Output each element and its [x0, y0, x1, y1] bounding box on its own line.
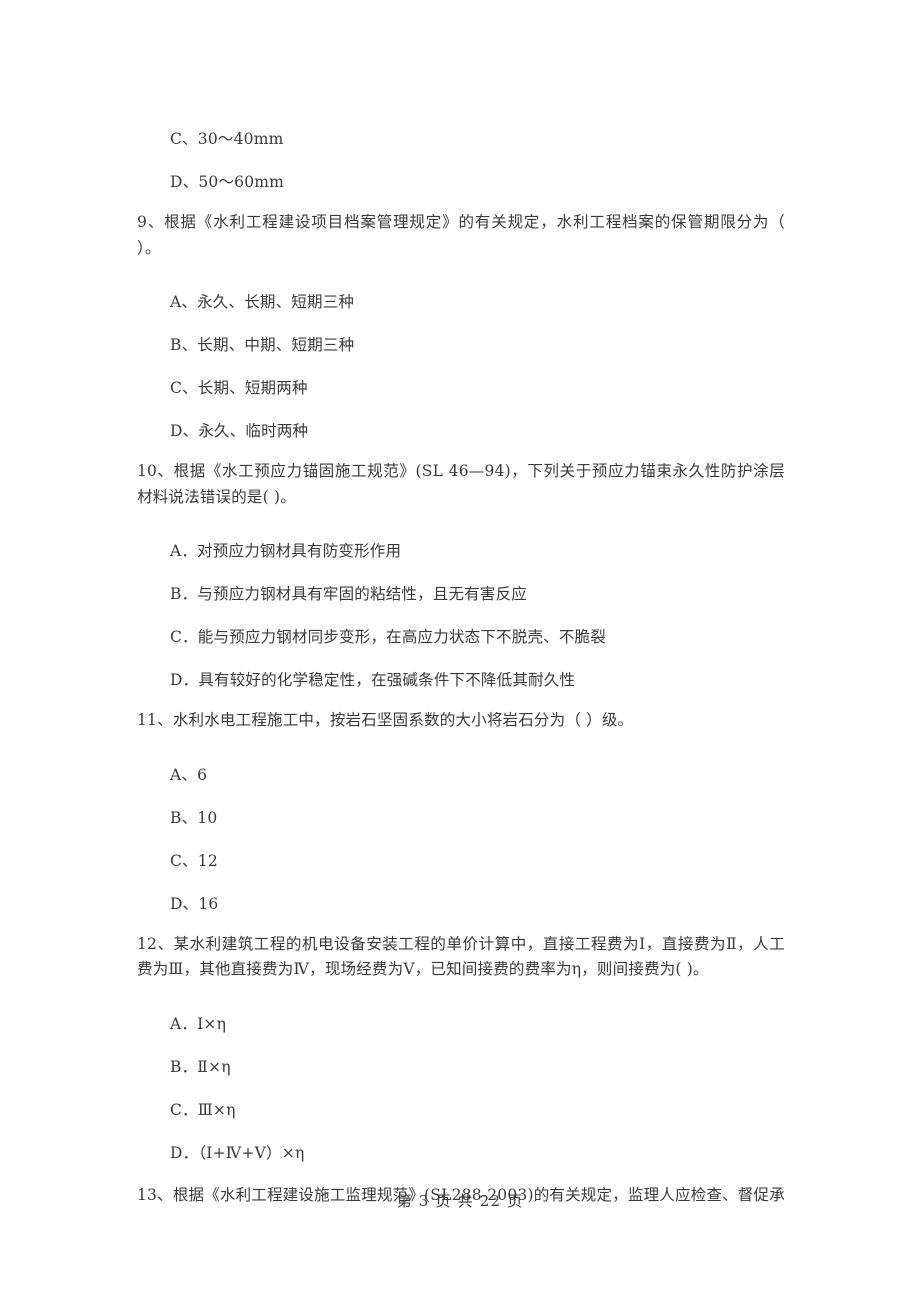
question-stem: 9、根据《水利工程建设项目档案管理规定》的有关规定，水利工程档案的保管期限分为（…	[137, 213, 785, 257]
question-block: 10、根据《水工预应力锚固施工规范》(SL 46—94)，下列关于预应力锚束永久…	[137, 459, 785, 690]
question-block: 11、水利水电工程施工中，按岩石坚固系数的大小将岩石分为（ ）级。 A、6 B、…	[137, 708, 785, 914]
option-item: D．具有较好的化学稳定性，在强碱条件下不降低其耐久性	[170, 671, 576, 689]
question-stem: 11、水利水电工程施工中，按岩石坚固系数的大小将岩石分为（ ）级。	[137, 711, 634, 729]
page-footer: 第 3 页 共 22 页	[396, 1192, 524, 1210]
option-item: B、长期、中期、短期三种	[170, 336, 355, 354]
option-item: D．（Ⅰ+Ⅳ+Ⅴ）×η	[170, 1143, 305, 1162]
option-item: C、12	[170, 851, 218, 870]
question-block: 12、某水利建筑工程的机电设备安装工程的单价计算中，直接工程费为Ⅰ，直接费为Ⅱ，…	[137, 932, 785, 1163]
option-item: A．Ⅰ×η	[170, 1014, 227, 1033]
page-content: C、30～40mm D、50～60mm 9、根据《水利工程建设项目档案管理规定》…	[137, 104, 785, 1214]
option-item: C、30～40mm	[170, 130, 284, 148]
option-item: C、长期、短期两种	[170, 379, 308, 397]
option-item: A、6	[170, 765, 208, 784]
document-page: C、30～40mm D、50～60mm 9、根据《水利工程建设项目档案管理规定》…	[0, 0, 920, 1302]
option-item: B．与预应力钢材具有牢固的粘结性，且无有害反应	[170, 585, 527, 603]
question-stem: 12、某水利建筑工程的机电设备安装工程的单价计算中，直接工程费为Ⅰ，直接费为Ⅱ，…	[137, 934, 785, 979]
option-item: C．Ⅲ×η	[170, 1100, 236, 1119]
option-item: A．对预应力钢材具有防变形作用	[170, 542, 402, 560]
option-item: A、永久、长期、短期三种	[170, 293, 355, 311]
question-block: 9、根据《水利工程建设项目档案管理规定》的有关规定，水利工程档案的保管期限分为（…	[137, 210, 785, 441]
option-item: B、10	[170, 808, 218, 827]
option-item: C．能与预应力钢材同步变形，在高应力状态下不脱壳、不脆裂	[170, 628, 606, 646]
option-item: B．Ⅱ×η	[170, 1057, 231, 1076]
option-item: D、16	[170, 894, 219, 913]
option-item: D、50～60mm	[170, 173, 285, 191]
option-item: D、永久、临时两种	[170, 422, 309, 440]
question-stem: 10、根据《水工预应力锚固施工规范》(SL 46—94)，下列关于预应力锚束永久…	[137, 462, 785, 506]
